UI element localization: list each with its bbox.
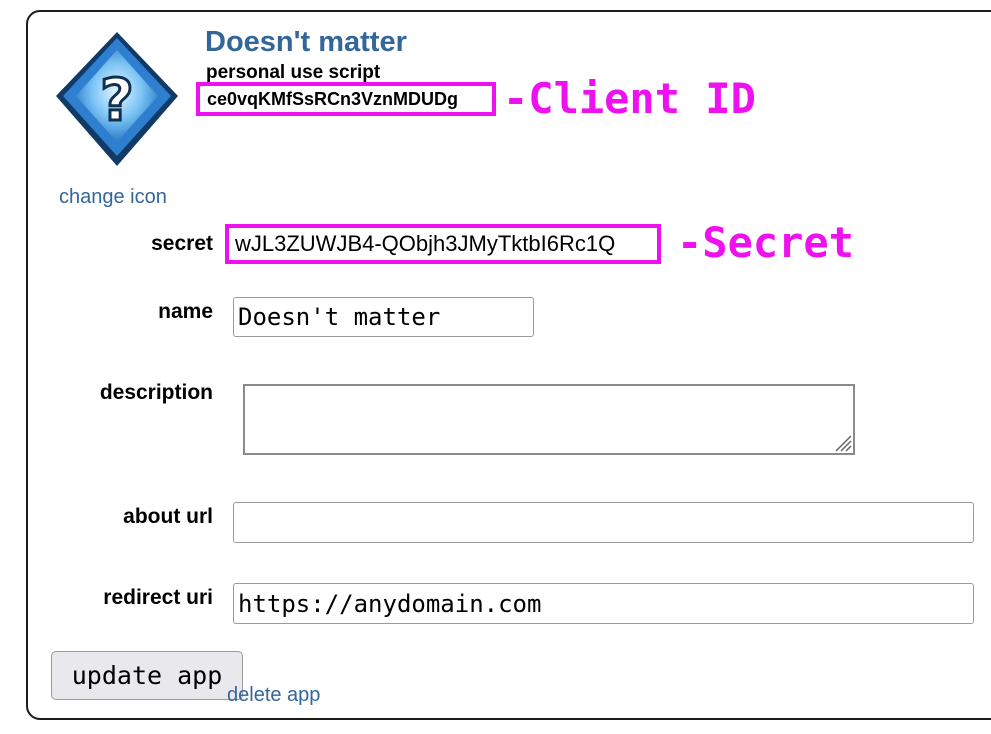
- about-url-label: about url: [123, 505, 213, 528]
- client-id-highlight: ce0vqKMfSsRCn3VznMDUDg: [196, 82, 496, 116]
- update-app-button[interactable]: update app: [51, 651, 243, 700]
- description-textarea[interactable]: [243, 384, 855, 455]
- redirect-uri-label: redirect uri: [103, 586, 213, 609]
- secret-label: secret: [151, 232, 213, 255]
- secret-value: wJL3ZUWJB4-QObjh3JMyTktbI6Rc1Q: [235, 231, 616, 256]
- description-label: description: [99, 381, 213, 404]
- app-title: Doesn't matter: [205, 26, 407, 58]
- svg-text:?: ?: [100, 66, 134, 134]
- delete-app-link[interactable]: delete app: [227, 684, 320, 707]
- app-type-label: personal use script: [206, 62, 381, 83]
- question-mark-diamond-icon: ?: [56, 32, 178, 166]
- secret-annotation: -Secret: [677, 218, 855, 267]
- name-input[interactable]: [233, 297, 534, 337]
- about-url-input[interactable]: [233, 502, 974, 543]
- client-id-annotation: -Client ID: [503, 74, 756, 123]
- name-label: name: [158, 300, 213, 323]
- secret-highlight: wJL3ZUWJB4-QObjh3JMyTktbI6Rc1Q: [225, 224, 661, 264]
- change-icon-link[interactable]: change icon: [59, 186, 167, 209]
- client-id-value: ce0vqKMfSsRCn3VznMDUDg: [207, 88, 459, 109]
- redirect-uri-input[interactable]: [233, 583, 974, 624]
